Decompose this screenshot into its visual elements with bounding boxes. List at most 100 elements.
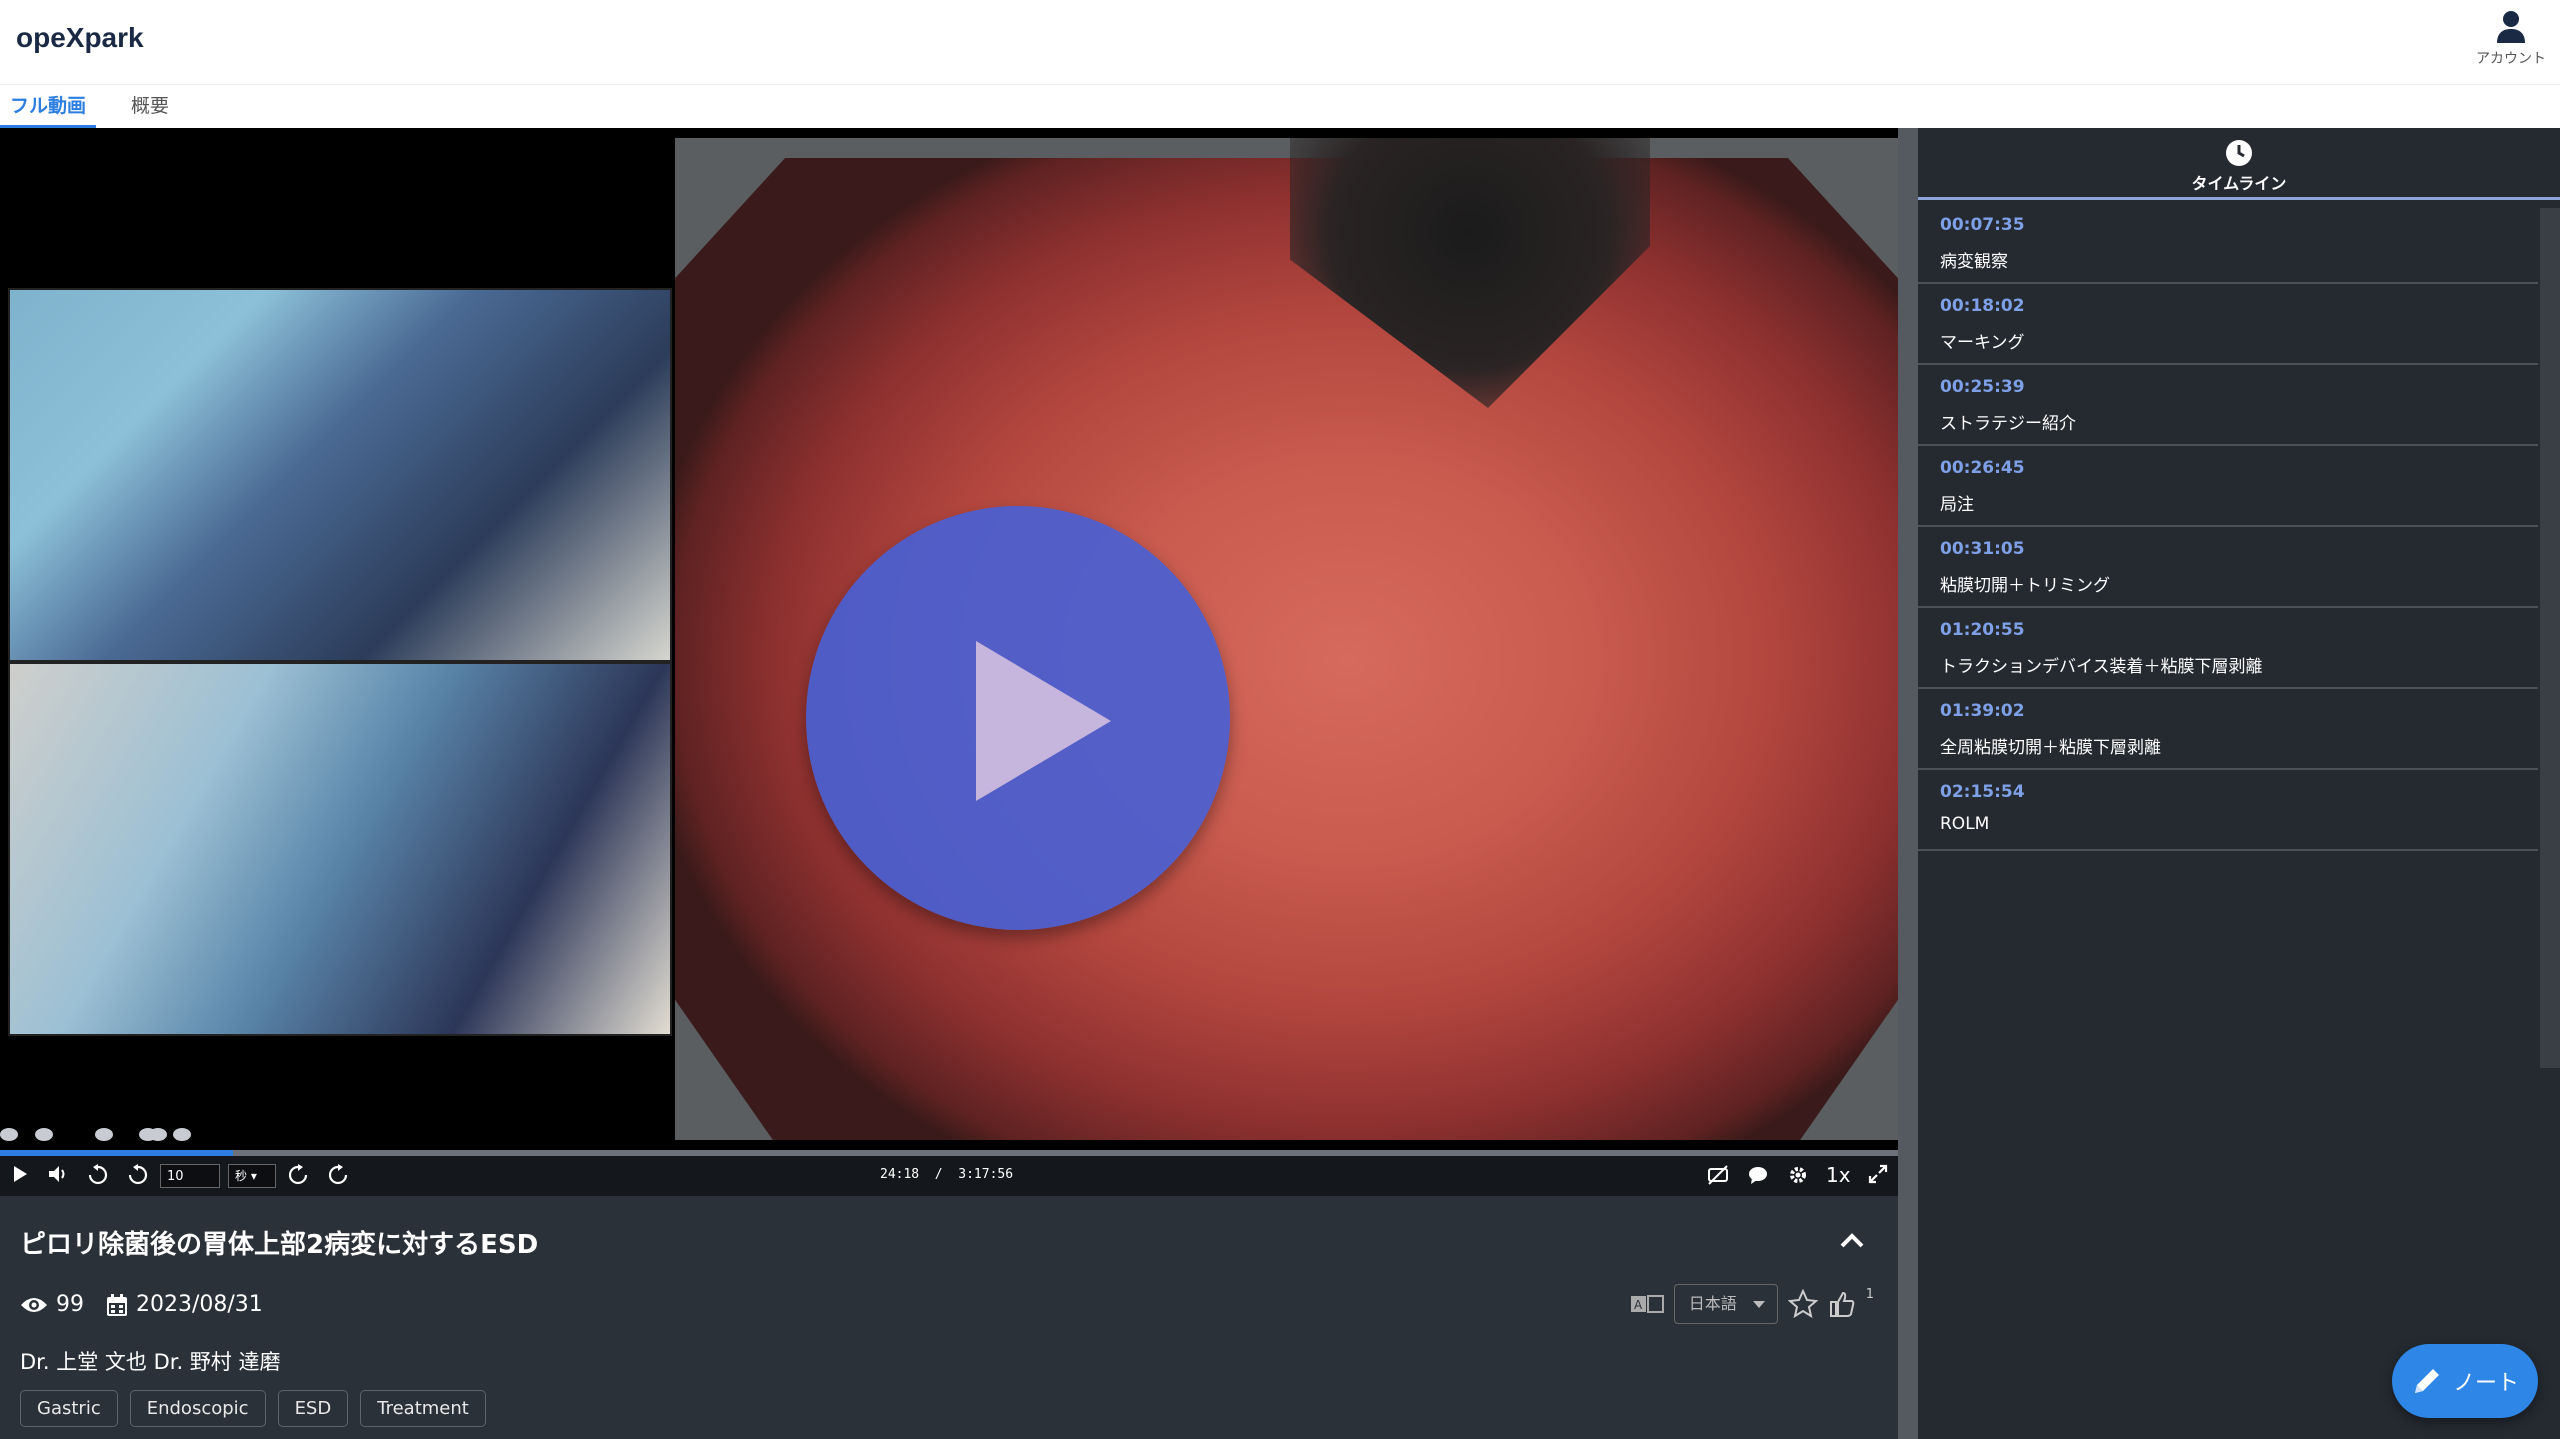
tag-esd[interactable]: ESD — [277, 1390, 349, 1427]
video-player[interactable] — [0, 128, 1898, 1150]
settings-button[interactable] — [1786, 1164, 1810, 1188]
tag-treatment[interactable]: Treatment — [360, 1390, 486, 1427]
comment-marker[interactable] — [34, 1128, 53, 1141]
timeline-item-label: マーキング — [1940, 333, 2025, 353]
timeline-item-time: 00:25:39 — [1940, 377, 2025, 397]
tag-endoscopic[interactable]: Endoscopic — [129, 1390, 266, 1427]
tag-gastric[interactable]: Gastric — [20, 1390, 118, 1427]
time-separator: / — [934, 1167, 943, 1182]
publish-date: 2023/08/31 — [136, 1292, 263, 1317]
subtitles-off-icon — [1708, 1165, 1728, 1185]
chevron-up-icon — [1840, 1233, 1864, 1248]
timeline-item-time: 00:07:35 — [1940, 215, 2025, 235]
thumbs-up-icon[interactable] — [1828, 1290, 1856, 1318]
comments-toggle[interactable] — [1746, 1164, 1770, 1188]
timeline-item-label: 局注 — [1940, 495, 1974, 515]
app-header: opeXpark アカウント — [0, 0, 2560, 84]
timeline-item-time: 00:31:05 — [1940, 539, 2025, 559]
clock-icon — [2226, 140, 2252, 166]
skip-unit-select[interactable]: 秒 ▾ — [228, 1164, 276, 1188]
timeline-header[interactable]: タイムライン — [1918, 128, 2560, 200]
operating-room-camera-top — [8, 288, 672, 662]
volume-icon — [49, 1166, 65, 1182]
rewind-small-button[interactable] — [126, 1164, 150, 1188]
forward-button[interactable] — [326, 1164, 350, 1188]
timeline-item[interactable]: 01:39:02 全周粘膜切開＋粘膜下層剥離 — [1918, 689, 2538, 770]
eye-icon — [21, 1297, 47, 1312]
operating-room-camera-bottom — [8, 662, 672, 1036]
skip-unit-value: 秒 — [235, 1169, 248, 1183]
big-play-button[interactable] — [806, 506, 1230, 930]
timeline-title: タイムライン — [2191, 174, 2287, 193]
timeline-item-label: トラクションデバイス装着＋粘膜下層剥離 — [1940, 657, 2263, 677]
timeline-item-label: 全周粘膜切開＋粘膜下層剥離 — [1940, 738, 2161, 758]
subtitles-toggle[interactable] — [1706, 1164, 1730, 1188]
volume-button[interactable] — [46, 1164, 70, 1188]
forward-small-button[interactable] — [286, 1164, 310, 1188]
tab-full-video[interactable]: フル動画 — [0, 85, 96, 129]
fullscreen-button[interactable] — [1866, 1164, 1890, 1188]
current-time: 24:18 — [880, 1167, 920, 1182]
timeline-item-time: 01:39:02 — [1940, 701, 2025, 721]
settings-icon — [1790, 1167, 1806, 1183]
skip-seconds-input[interactable] — [160, 1164, 220, 1188]
language-select[interactable]: 日本語 — [1673, 1284, 1778, 1324]
star-icon[interactable] — [1787, 1289, 1818, 1319]
note-button-label: ノート — [2452, 1371, 2519, 1396]
page-scrollbar[interactable] — [1898, 128, 1918, 1439]
comment-marker[interactable] — [0, 1128, 18, 1141]
timeline-list: 00:07:35 病変観察 00:18:02 マーキング 00:25:39 ストラテジ… — [1918, 203, 2538, 851]
video-stats: 99 2023/08/31 — [20, 1292, 263, 1317]
tab-bar: フル動画 概要 — [0, 84, 2560, 129]
forward-icon — [288, 1164, 308, 1185]
like-count: 1 — [1865, 1286, 1874, 1302]
translate-icon[interactable]: A — [1630, 1293, 1664, 1315]
timeline-sidebar: タイムライン 00:07:35 病変観察 00:18:02 マーキング 00:25:… — [1918, 128, 2560, 1439]
timeline-item[interactable]: 01:20:55 トラクションデバイス装着＋粘膜下層剥離 — [1918, 608, 2538, 689]
timeline-item[interactable]: 00:31:05 粘膜切開＋トリミング — [1918, 527, 2538, 608]
rewind-button[interactable] — [86, 1164, 110, 1188]
account-label: アカウント — [2476, 51, 2546, 67]
player-controls: 秒 ▾ 24:18 / 3:17:56 1x — [0, 1156, 1898, 1196]
fullscreen-icon — [1868, 1164, 1888, 1184]
rewind-icon — [88, 1164, 108, 1185]
view-count: 99 — [56, 1292, 84, 1317]
app-logo[interactable]: opeXpark — [16, 22, 144, 54]
tag-list: Gastric Endoscopic ESD Treatment — [20, 1390, 486, 1427]
tab-overview[interactable]: 概要 — [110, 85, 190, 129]
timeline-item-time: 01:20:55 — [1940, 620, 2025, 640]
timeline-item[interactable]: 00:26:45 局注 — [1918, 446, 2538, 527]
play-pause-button[interactable] — [8, 1164, 32, 1188]
account-button[interactable]: アカウント — [2476, 10, 2546, 68]
time-display: 24:18 / 3:17:56 — [880, 1167, 1013, 1182]
note-button[interactable]: ノート — [2392, 1344, 2538, 1418]
video-info-panel: ピロリ除菌後の胃体上部2病変に対するESD 99 2023/08/31 Dr. … — [0, 1196, 1898, 1439]
calendar-icon — [107, 1293, 127, 1316]
timeline-item-label: 病変観察 — [1940, 252, 2008, 272]
video-title: ピロリ除菌後の胃体上部2病変に対するESD — [20, 1230, 539, 1260]
rewind-icon — [128, 1164, 148, 1185]
timeline-item-label: 粘膜切開＋トリミング — [1940, 576, 2110, 596]
timeline-item-label: ROLM — [1940, 814, 1990, 834]
user-icon — [2497, 11, 2525, 43]
play-icon — [976, 641, 1111, 801]
timeline-item-time: 00:26:45 — [1940, 458, 2025, 478]
play-icon — [14, 1166, 27, 1182]
forward-icon — [328, 1164, 348, 1185]
comment-marker[interactable] — [148, 1128, 167, 1141]
timeline-scrollbar[interactable] — [2540, 208, 2560, 1068]
video-authors: Dr. 上堂 文也 Dr. 野村 達磨 — [20, 1350, 281, 1374]
video-actions: A 日本語 1 — [1630, 1284, 1874, 1324]
timeline-item[interactable]: 00:18:02 マーキング — [1918, 284, 2538, 365]
timeline-item[interactable]: 02:15:54 ROLM — [1918, 770, 2538, 851]
duration: 3:17:56 — [958, 1167, 1014, 1182]
timeline-item[interactable]: 00:25:39 ストラテジー紹介 — [1918, 365, 2538, 446]
timeline-item-time: 02:15:54 — [1940, 782, 2025, 802]
playback-speed[interactable]: 1x — [1826, 1163, 1851, 1187]
svg-text:A: A — [1634, 1298, 1643, 1312]
comment-icon — [1749, 1167, 1767, 1184]
timeline-item-label: ストラテジー紹介 — [1940, 414, 2076, 434]
pencil-icon — [2414, 1369, 2439, 1393]
timeline-item[interactable]: 00:07:35 病変観察 — [1918, 203, 2538, 284]
collapse-button[interactable] — [1836, 1226, 1868, 1254]
